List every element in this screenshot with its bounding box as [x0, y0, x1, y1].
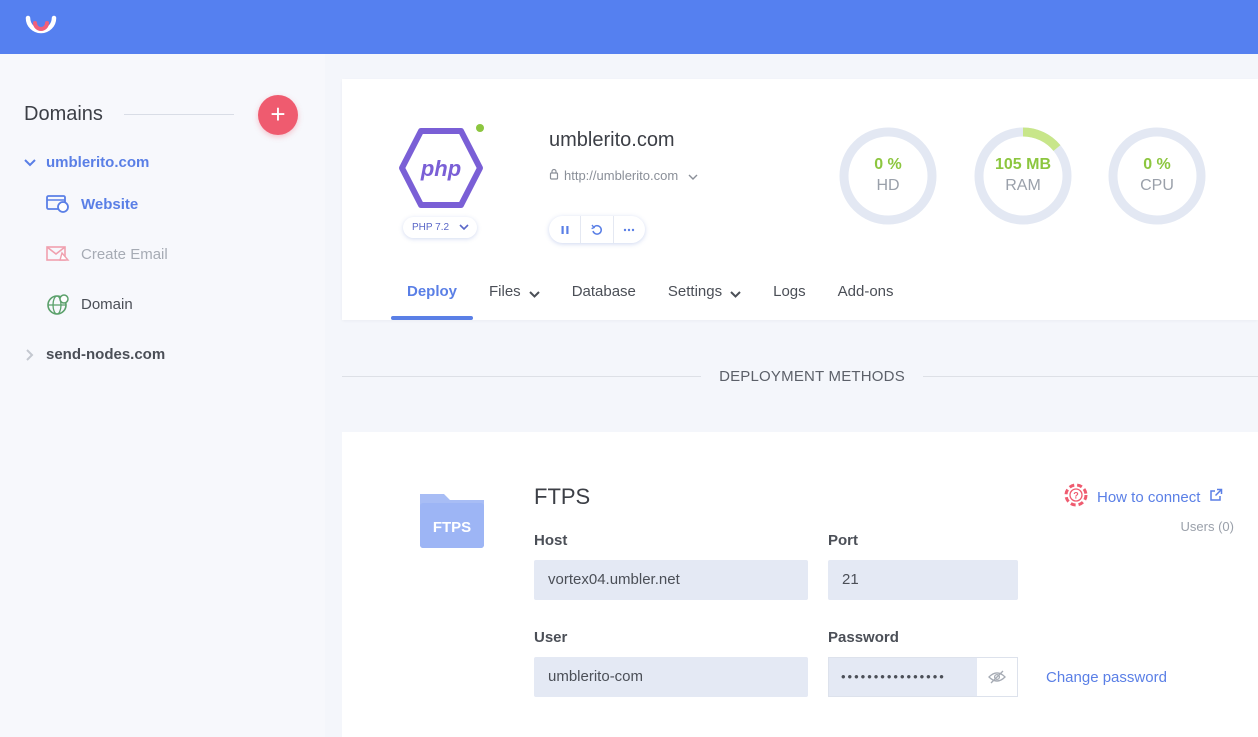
- svg-text:php: php: [420, 156, 461, 181]
- svg-text:?: ?: [1073, 491, 1079, 501]
- tab-logs[interactable]: Logs: [757, 272, 822, 320]
- user-label: User: [534, 629, 568, 646]
- restart-button[interactable]: [581, 216, 614, 243]
- domain-umblerito[interactable]: umblerito.com: [22, 154, 149, 171]
- section-header: DEPLOYMENT METHODS: [342, 368, 1258, 386]
- password-label: Password: [828, 629, 899, 646]
- help-icon: ?: [1064, 483, 1088, 511]
- tab-settings[interactable]: Settings: [652, 272, 757, 320]
- gauge-value: 0 %: [874, 156, 902, 173]
- user-field[interactable]: umblerito-com: [534, 657, 808, 697]
- sidebar-item-domain[interactable]: Domain: [45, 293, 133, 315]
- chevron-down-icon: [688, 168, 698, 183]
- php-version-label: PHP 7.2: [412, 222, 450, 233]
- sidebar-item-label: Website: [81, 195, 139, 213]
- tab-label: Add-ons: [837, 283, 894, 300]
- pause-button[interactable]: [549, 216, 582, 243]
- domain-name: umblerito.com: [46, 154, 150, 171]
- site-controls: [549, 216, 645, 243]
- chevron-down-icon: [528, 274, 540, 314]
- port-label: Port: [828, 532, 858, 549]
- sidebar-item-website[interactable]: Website: [45, 193, 138, 215]
- domain-send-nodes[interactable]: send-nodes.com: [22, 346, 165, 363]
- how-to-connect-link[interactable]: ? How to connect: [1064, 483, 1223, 511]
- port-field[interactable]: 21: [828, 560, 1018, 600]
- chevron-right-icon: [22, 347, 38, 363]
- sidebar-divider: [124, 114, 234, 115]
- users-count: Users (0): [1180, 519, 1234, 534]
- php-logo: php: [399, 128, 483, 208]
- add-domain-button[interactable]: +: [258, 95, 298, 135]
- tab-deploy[interactable]: Deploy: [391, 272, 474, 320]
- more-options-button[interactable]: [614, 216, 645, 243]
- email-icon: [45, 243, 71, 265]
- password-field: ••••••••••••••••: [828, 657, 1018, 697]
- tab-add-ons[interactable]: Add-ons: [822, 272, 910, 320]
- gauge-ram: 105 MB RAM: [973, 126, 1073, 226]
- tab-files[interactable]: Files: [473, 272, 556, 320]
- site-url-text: http://umblerito.com: [564, 168, 679, 183]
- website-icon: [45, 193, 71, 215]
- pause-icon: [561, 225, 569, 234]
- site-tabs: Deploy Files Database Settings Logs Add-…: [391, 272, 910, 320]
- sidebar-item-label: Create Email: [81, 245, 168, 263]
- tab-label: Files: [489, 283, 521, 300]
- gauge-label: HD: [876, 177, 900, 194]
- more-icon: [624, 228, 635, 231]
- domain-name: send-nodes.com: [46, 346, 166, 363]
- tab-label: Settings: [667, 283, 723, 300]
- ftps-title: FTPS: [534, 484, 591, 509]
- sidebar-item-label: Domain: [81, 295, 133, 313]
- chevron-down-icon: [459, 222, 469, 233]
- tab-label: Database: [571, 283, 636, 300]
- ftps-card: FTPS FTPS ? How to connect Users (0) Hos…: [342, 432, 1258, 737]
- gauge-value: 0 %: [1143, 156, 1171, 173]
- site-name: umblerito.com: [549, 129, 675, 151]
- section-divider: [923, 376, 1258, 377]
- password-input[interactable]: ••••••••••••••••: [829, 658, 977, 696]
- globe-icon: [45, 293, 71, 315]
- chevron-down-icon: [730, 274, 741, 314]
- ftps-folder-icon: FTPS: [420, 494, 484, 548]
- toggle-password-visibility[interactable]: [977, 658, 1017, 696]
- chevron-down-icon: [22, 155, 38, 171]
- change-password-link[interactable]: Change password: [1046, 669, 1167, 686]
- tab-label: Logs: [773, 283, 806, 300]
- sidebar: Domains + umblerito.com Website Create E…: [0, 54, 325, 737]
- site-url-link[interactable]: http://umblerito.com: [549, 168, 698, 183]
- gauge-label: CPU: [1140, 177, 1174, 194]
- gauge-cpu: 0 % CPU: [1107, 126, 1207, 226]
- gauge-hd: 0 % HD: [838, 126, 938, 226]
- top-bar: [0, 0, 1258, 54]
- restart-icon: [591, 224, 602, 235]
- umbler-logo[interactable]: [24, 10, 58, 40]
- sidebar-title: Domains: [24, 103, 103, 125]
- host-field[interactable]: vortex04.umbler.net: [534, 560, 808, 600]
- svg-text:FTPS: FTPS: [433, 519, 471, 536]
- lock-icon: [549, 168, 559, 183]
- php-version-select[interactable]: PHP 7.2: [403, 217, 477, 238]
- site-card: php PHP 7.2 umblerito.com http://umbleri…: [342, 79, 1258, 320]
- tab-database[interactable]: Database: [556, 272, 652, 320]
- gauge-label: RAM: [1005, 177, 1041, 194]
- sidebar-item-create-email[interactable]: Create Email: [45, 243, 168, 265]
- status-indicator: [476, 124, 484, 132]
- how-to-connect-text: How to connect: [1097, 488, 1201, 506]
- host-label: Host: [534, 532, 568, 549]
- tab-label: Deploy: [407, 283, 458, 300]
- eye-slash-icon: [988, 670, 1006, 684]
- external-link-icon: [1209, 488, 1223, 506]
- gauge-value: 105 MB: [994, 156, 1052, 173]
